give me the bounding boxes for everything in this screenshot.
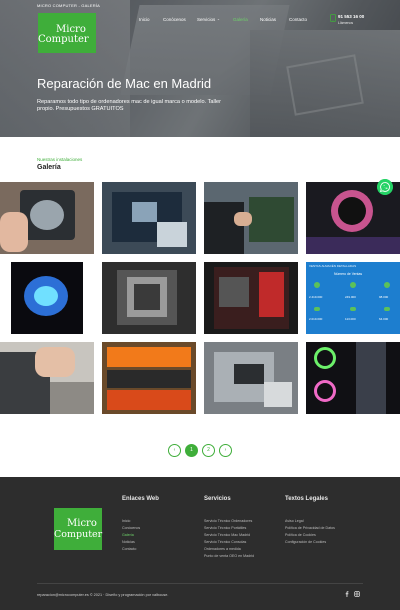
whatsapp-icon[interactable]: [377, 179, 393, 195]
dashboard-value: 98.000: [379, 295, 389, 299]
hero-title: Reparación de Mac en Madrid: [37, 76, 212, 91]
dashboard-value: 113.000: [345, 317, 356, 321]
gallery-image[interactable]: [204, 182, 298, 254]
nav-item-noticias[interactable]: Noticias: [260, 17, 276, 22]
page: MICRO COMPUTER - GALERÍA Micro Computer …: [0, 0, 400, 610]
logo-line2: Computer: [38, 34, 89, 45]
nav-item-galeria[interactable]: Galería: [233, 17, 248, 22]
footer-legal-title: Textos Legales: [285, 496, 328, 502]
footer-legal-link[interactable]: Política de Privacidad de Datos: [285, 526, 335, 530]
instagram-icon[interactable]: [354, 591, 360, 597]
footer-service-link[interactable]: Ordenadores a medida: [204, 547, 241, 551]
gallery-image[interactable]: [102, 342, 196, 414]
gallery-image[interactable]: [0, 262, 94, 334]
hero-banner: MICRO COMPUTER - GALERÍA Micro Computer …: [0, 0, 400, 137]
gallery-image[interactable]: [204, 262, 298, 334]
gallery-image[interactable]: [306, 342, 400, 414]
gallery-image[interactable]: [204, 342, 298, 414]
footer-link-contacto[interactable]: Contacto: [122, 547, 136, 551]
gallery-image[interactable]: [0, 342, 94, 414]
phone-number[interactable]: 91 553 16 00: [338, 14, 364, 19]
phone-caption: Llámenos: [338, 21, 354, 25]
footer-link-noticias[interactable]: Noticias: [122, 540, 135, 544]
dashboard-box-title: Número de Ventas: [334, 272, 363, 276]
chevron-down-icon[interactable]: ⌄: [217, 17, 220, 21]
logo-line2: Computer: [54, 529, 103, 540]
phone-icon: [330, 14, 336, 22]
footer-link-inicio[interactable]: Inicio: [122, 519, 130, 523]
topbar-text: MICRO COMPUTER - GALERÍA: [37, 3, 101, 8]
logo-line1: Micro: [67, 518, 97, 529]
pagination-page-2[interactable]: 2: [202, 444, 215, 457]
site-footer: Micro Computer Enlaces Web Inicio Conóce…: [0, 477, 400, 610]
pagination-next-button[interactable]: ›: [219, 444, 232, 457]
footer-links-title: Enlaces Web: [122, 496, 159, 502]
footer-link-galeria[interactable]: Galería: [122, 533, 134, 537]
footer-divider: [37, 583, 363, 584]
dashboard-header: VENTAS ALMACÉN DETALLADAS: [309, 264, 357, 268]
pagination-prev-button[interactable]: ‹: [168, 444, 181, 457]
section-kicker: Nuestras instalaciones: [37, 157, 83, 162]
gallery-image[interactable]: [0, 182, 94, 254]
footer-services-title: Servicios: [204, 496, 231, 502]
copyright-text: reparacion@microcomputer.es © 2021 · Dis…: [37, 593, 169, 597]
gallery-image[interactable]: [102, 262, 196, 334]
footer-service-link[interactable]: Servicio Técnico Ordenadores: [204, 519, 252, 523]
footer-legal-link[interactable]: Configuración de Cookies: [285, 540, 326, 544]
section-title: Galería: [37, 164, 61, 171]
footer-service-link[interactable]: Punto de venta OEO en Madrid: [204, 554, 254, 558]
facebook-icon[interactable]: [344, 591, 350, 597]
footer-link-conocenos[interactable]: Conócenos: [122, 526, 140, 530]
footer-service-link[interactable]: Servicio Técnico Mac Madrid: [204, 533, 250, 537]
dashboard-value: 2.419.000: [309, 295, 323, 299]
dashboard-value: 249.000: [345, 295, 356, 299]
footer-service-link[interactable]: Servicio Técnico Consolas: [204, 540, 246, 544]
footer-legal-link[interactable]: Aviso Legal: [285, 519, 304, 523]
dashboard-value: 2.019.000: [309, 317, 323, 321]
nav-item-conocenos[interactable]: Conócenos: [163, 17, 186, 22]
dashboard-value: 64.000: [379, 317, 389, 321]
footer-service-link[interactable]: Servicio Técnico Portátiles: [204, 526, 246, 530]
footer-logo[interactable]: Micro Computer: [54, 508, 102, 550]
nav-item-servicios[interactable]: Servicios: [197, 17, 215, 22]
pagination-page-1[interactable]: 1: [185, 444, 198, 457]
gallery-grid: VENTAS ALMACÉN DETALLADAS Número de Vent…: [0, 182, 400, 414]
nav-item-inicio[interactable]: Inicio: [139, 17, 150, 22]
gallery-image[interactable]: [102, 182, 196, 254]
hero-text: Reparamos todo tipo de ordenadores mac d…: [37, 99, 221, 112]
nav-item-contacto[interactable]: Contacto: [289, 17, 307, 22]
site-logo[interactable]: Micro Computer: [38, 13, 96, 53]
sales-dashboard-image[interactable]: VENTAS ALMACÉN DETALLADAS Número de Vent…: [306, 262, 400, 334]
footer-legal-link[interactable]: Política de Cookies: [285, 533, 316, 537]
